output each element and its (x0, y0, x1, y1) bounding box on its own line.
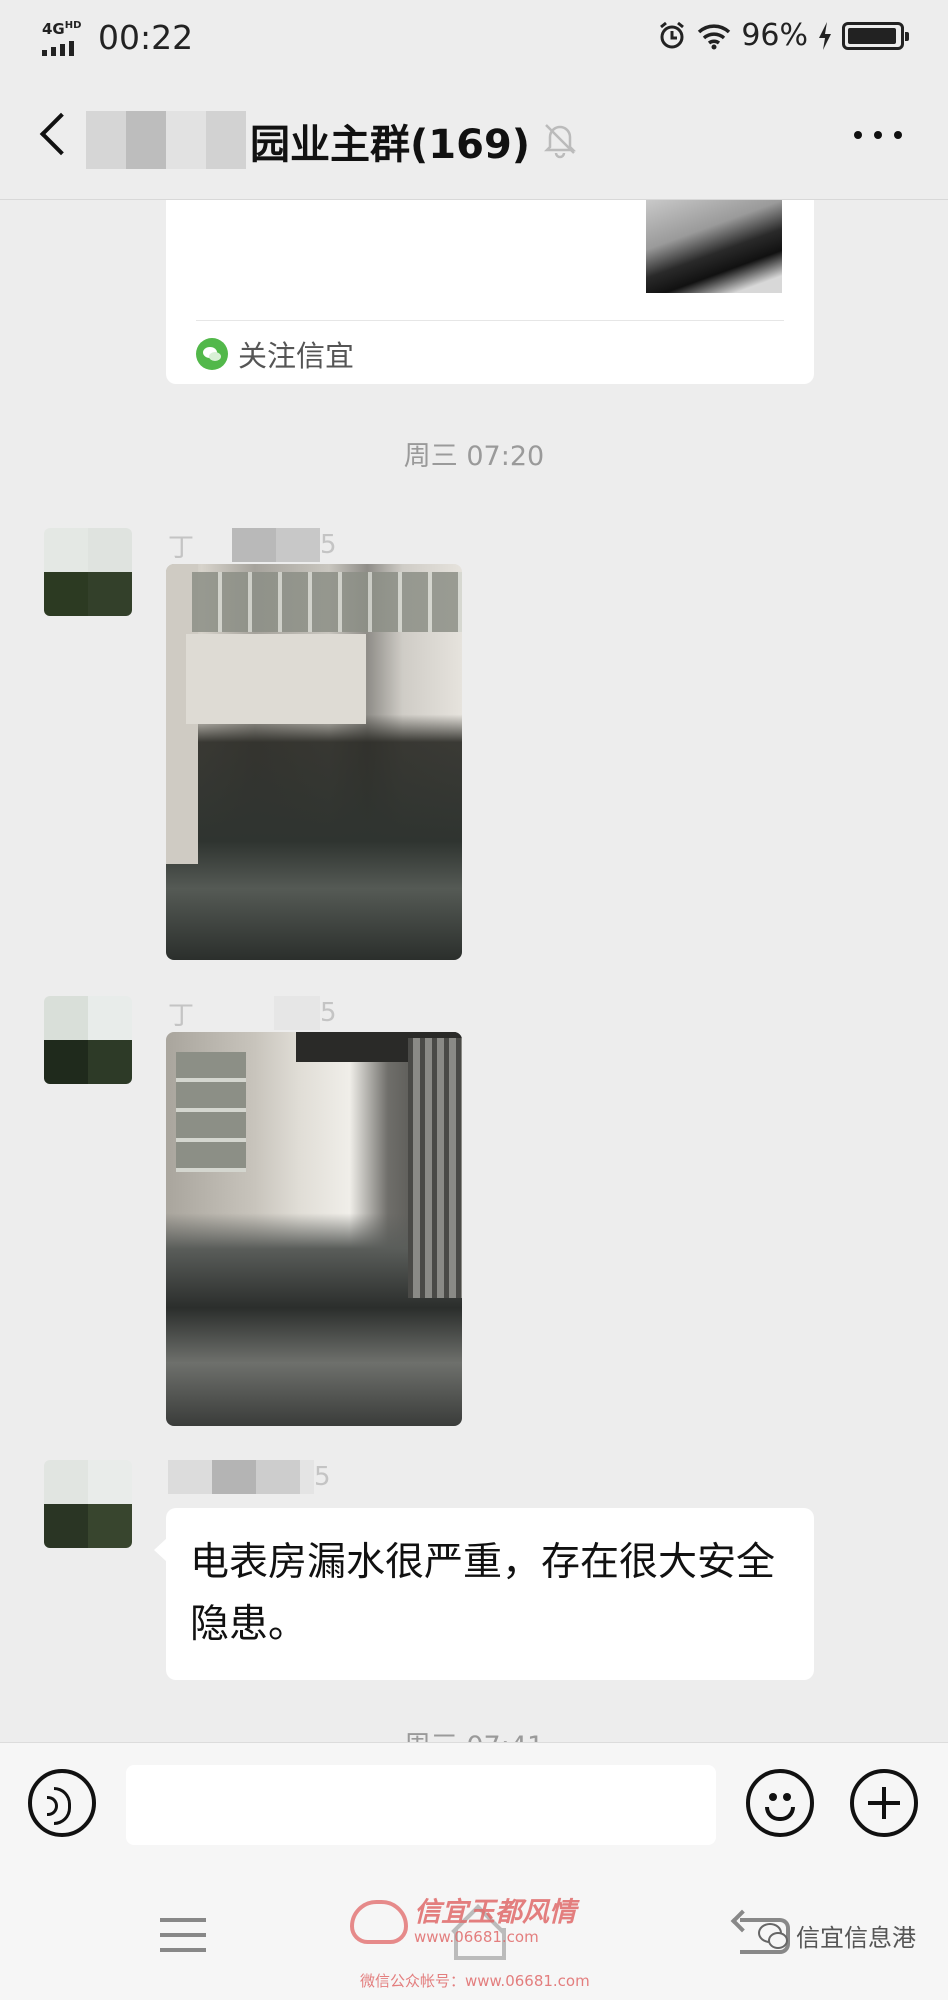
alarm-icon (660, 21, 685, 48)
article-thumbnail[interactable] (646, 200, 782, 293)
follow-link[interactable]: 关注信宜 (196, 333, 354, 375)
more-icon[interactable] (848, 115, 908, 155)
cellular-signal-icon: 4GHD (42, 18, 81, 56)
menu-key-icon[interactable] (160, 1918, 206, 1952)
sender-name: 5 (168, 1460, 331, 1494)
emoji-icon[interactable] (746, 1769, 814, 1837)
sender-name-end: 5 (320, 998, 337, 1028)
charging-icon (819, 21, 831, 50)
card-divider (196, 320, 784, 321)
network-type: 4G (42, 20, 65, 38)
watermark-source-label: 信宜信息港 (796, 1924, 916, 1952)
status-bar: 4GHD 00:22 96% (0, 0, 948, 75)
plus-icon[interactable] (850, 1769, 918, 1837)
sender-name-start: 丁 (168, 1000, 195, 1031)
watermark-account: 微信公众帐号：www.06681.com (360, 1972, 590, 1990)
message-input[interactable] (126, 1765, 716, 1845)
voice-icon[interactable] (28, 1769, 96, 1837)
text-message-bubble[interactable]: 电表房漏水很严重，存在很大安全隐患。 (154, 1508, 814, 1680)
follow-label: 关注信宜 (238, 339, 355, 373)
status-right-group: 96% (657, 18, 909, 53)
avatar[interactable] (44, 528, 132, 616)
status-time: 00:22 (98, 18, 194, 57)
battery-icon (842, 21, 909, 50)
chat-title[interactable]: 园业主群(169) (250, 112, 530, 170)
sender-name-end: 5 (314, 1462, 331, 1492)
official-account-icon (196, 338, 228, 370)
image-message[interactable] (166, 1032, 462, 1426)
sender-name: 丁 5 (168, 528, 337, 563)
back-icon[interactable] (28, 105, 88, 165)
chat-area[interactable]: 关注信宜 周三 07:20 丁 5 丁 5 5 电表房漏水很严重，存在很大安全隐… (0, 200, 948, 1742)
photo-detail (408, 1038, 462, 1298)
battery-percent: 96% (741, 18, 808, 53)
watermark-logo: 信宜玉都风情 www.06681.com (350, 1898, 576, 1946)
wechat-icon (758, 1922, 788, 1949)
avatar[interactable] (44, 1460, 132, 1548)
cloud-logo-icon (350, 1900, 408, 1944)
image-message[interactable] (166, 564, 462, 960)
shared-article-card[interactable]: 关注信宜 (166, 200, 814, 384)
mute-bell-icon (543, 124, 577, 159)
chat-timestamp: 周三 07:41 (0, 1724, 948, 1742)
photo-detail (186, 634, 366, 724)
watermark-url: www.06681.com (414, 1928, 539, 1946)
watermark-source: 信宜信息港 (758, 1918, 916, 1953)
chat-timestamp: 周三 07:20 (403, 441, 545, 472)
sender-name: 丁 5 (168, 996, 337, 1031)
sender-name-start: 丁 (168, 532, 195, 563)
photo-detail (192, 572, 462, 632)
network-hd: HD (64, 20, 82, 31)
wifi-icon (698, 23, 731, 49)
watermark-brand: 信宜玉都风情 (414, 1897, 576, 1928)
system-navigation-bar: 信宜玉都风情 www.06681.com 微信公众帐号：www.06681.co… (0, 1868, 948, 2000)
chat-header: 园业主群(169) (0, 75, 948, 200)
photo-detail (176, 1052, 246, 1172)
input-bar (0, 1742, 948, 1868)
pixelated-title-prefix (86, 111, 246, 169)
avatar[interactable] (44, 996, 132, 1084)
sender-name-end: 5 (320, 530, 337, 560)
